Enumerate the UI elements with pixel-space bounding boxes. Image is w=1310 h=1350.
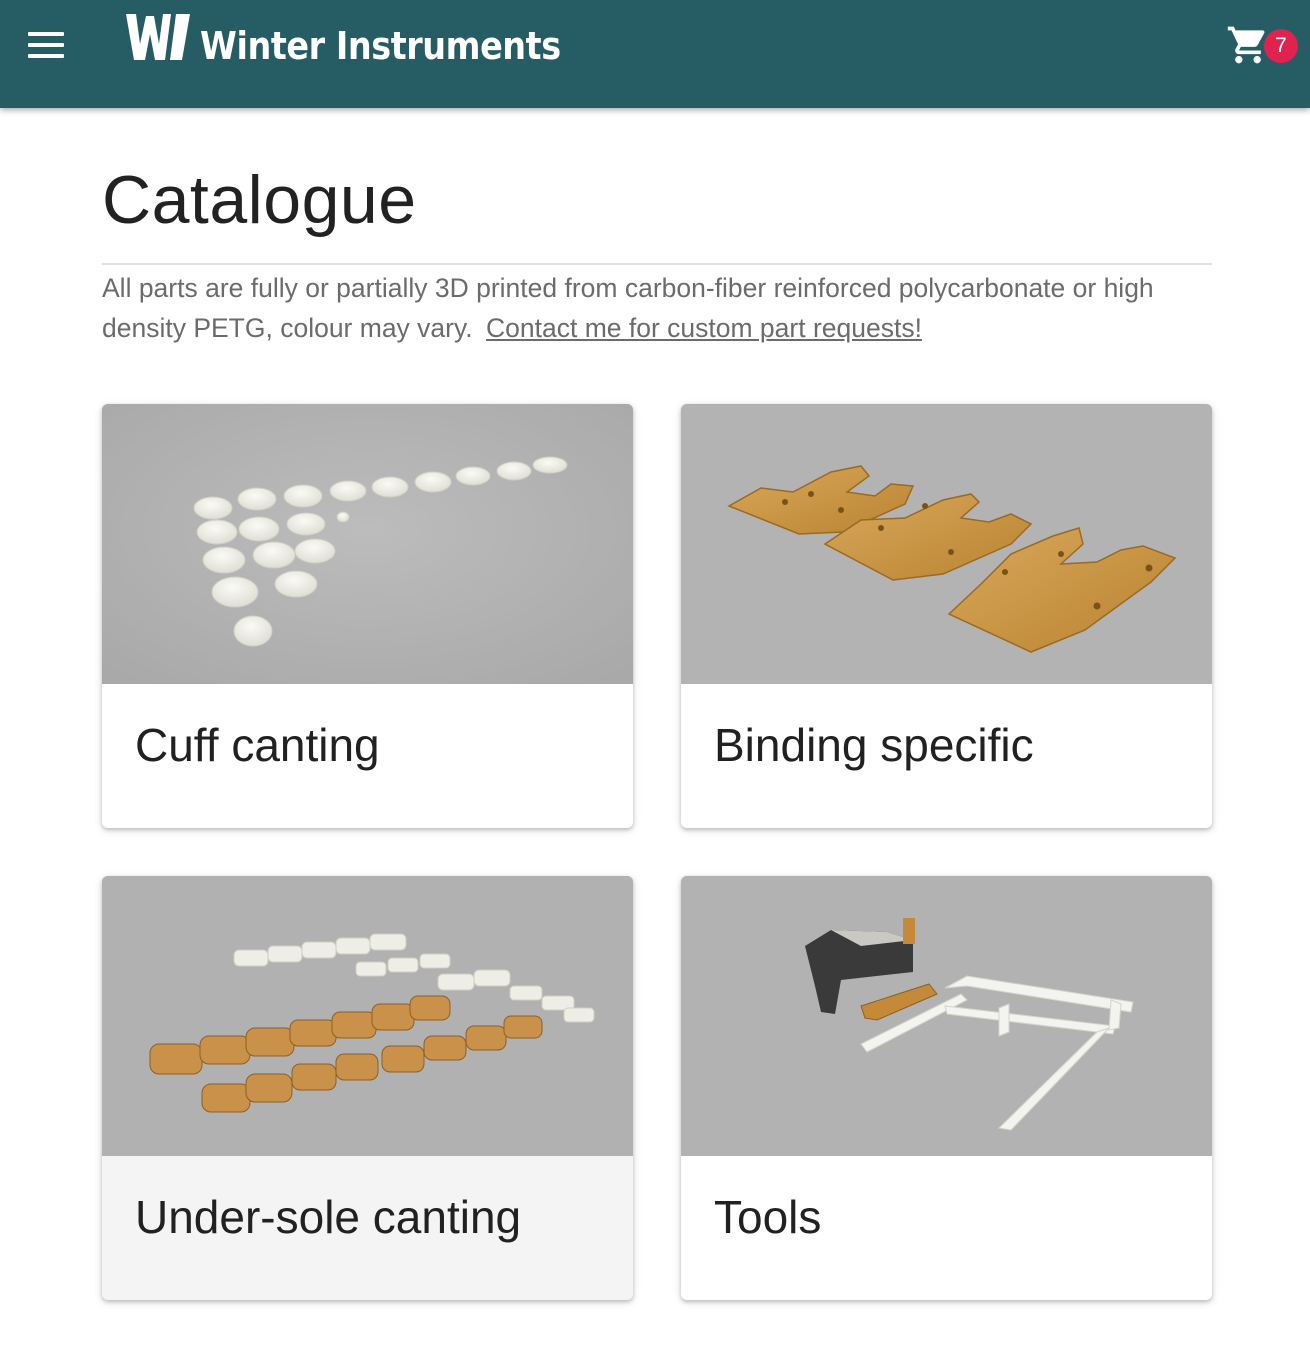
hamburger-menu-icon[interactable] xyxy=(22,28,70,64)
contact-link[interactable]: Contact me for custom part requests! xyxy=(486,313,922,343)
category-card-tools[interactable]: Tools xyxy=(681,876,1212,1300)
winter-instruments-logo xyxy=(126,14,190,60)
category-title: Cuff canting xyxy=(135,719,380,771)
category-image xyxy=(102,404,633,684)
brand-name: Winter Instruments xyxy=(200,24,561,68)
category-image xyxy=(681,404,1212,684)
brand-link[interactable]: Winter Instruments xyxy=(124,10,610,68)
cart-button[interactable]: 7 xyxy=(1226,20,1298,74)
category-image xyxy=(102,876,633,1156)
category-image xyxy=(681,876,1212,1156)
category-title: Binding specific xyxy=(714,719,1034,771)
page-title: Catalogue xyxy=(102,162,417,238)
category-card-under-sole-canting[interactable]: Under-sole canting xyxy=(102,876,633,1300)
category-card-binding-specific[interactable]: Binding specific xyxy=(681,404,1212,828)
app-bar: Winter Instruments 7 xyxy=(0,0,1310,108)
title-divider xyxy=(102,263,1212,265)
intro-text: All parts are fully or partially 3D prin… xyxy=(102,268,1212,348)
category-card-cuff-canting[interactable]: Cuff canting xyxy=(102,404,633,828)
category-title: Under-sole canting xyxy=(135,1191,522,1243)
category-title: Tools xyxy=(714,1191,822,1243)
cart-count-badge: 7 xyxy=(1264,29,1298,63)
